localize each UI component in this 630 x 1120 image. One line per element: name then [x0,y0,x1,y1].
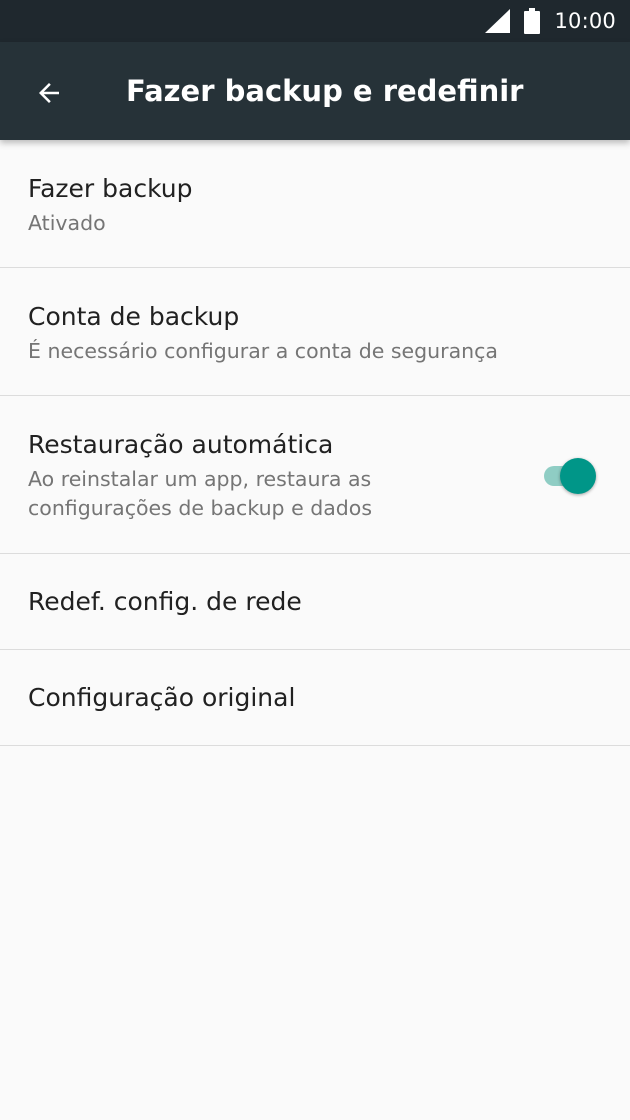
battery-icon [524,8,541,34]
app-bar: Fazer backup e redefinir [0,42,630,140]
cellular-signal-icon [485,9,511,33]
pref-backup[interactable]: Fazer backup Ativado [0,140,630,268]
arrow-back-icon [39,83,59,103]
settings-list: Fazer backup Ativado Conta de backup É n… [0,140,630,746]
pref-auto-restore-summary: Ao reinstalar um app, restaura as config… [28,467,373,520]
pref-backup-account[interactable]: Conta de backup É necessário configurar … [0,268,630,396]
toggle-thumb [560,458,596,494]
status-icons: 10:00 [484,0,616,42]
pref-backup-account-summary: É necessário configurar a conta de segur… [28,339,498,363]
pref-backup-summary: Ativado [28,211,106,235]
back-button[interactable] [22,66,76,120]
status-time: 10:00 [554,9,616,33]
pref-network-reset[interactable]: Redef. config. de rede [0,554,630,650]
pref-factory-reset-title: Configuração original [28,682,296,712]
auto-restore-toggle[interactable] [538,456,598,496]
pref-backup-title: Fazer backup [28,174,193,203]
pref-auto-restore[interactable]: Restauração automática Ao reinstalar um … [0,396,630,554]
pref-network-reset-title: Redef. config. de rede [28,586,302,616]
page-title: Fazer backup e redefinir [126,74,524,108]
status-bar: 10:00 [0,0,630,42]
pref-backup-account-title: Conta de backup [28,302,240,331]
pref-factory-reset[interactable]: Configuração original [0,650,630,746]
